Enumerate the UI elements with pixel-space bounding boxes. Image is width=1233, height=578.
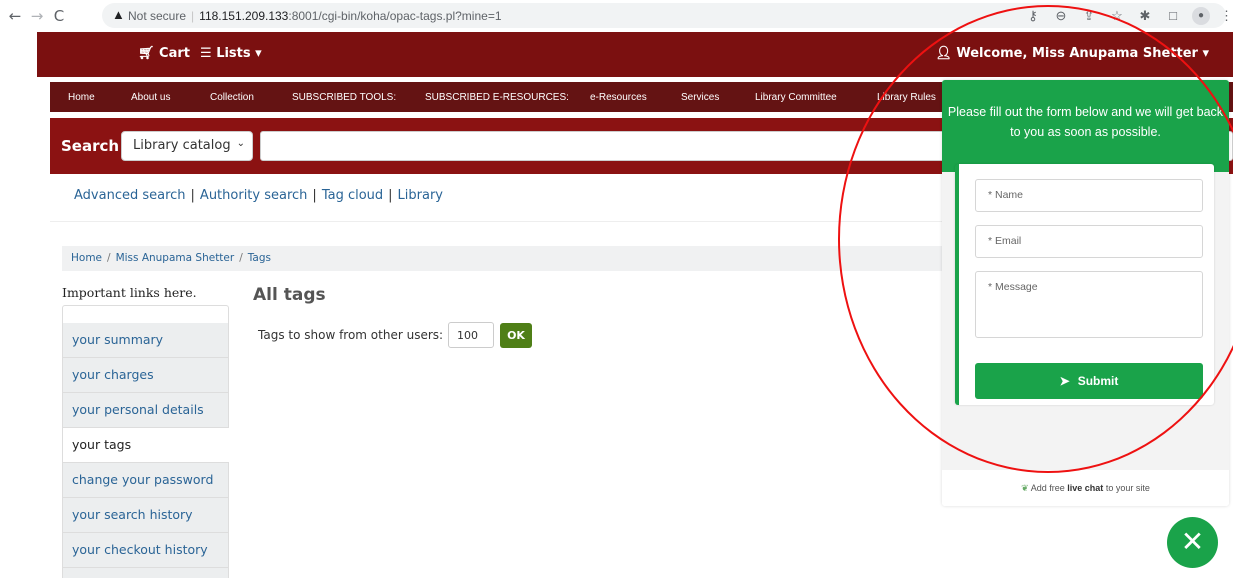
breadcrumb-user[interactable]: Miss Anupama Shetter: [116, 252, 235, 264]
breadcrumb-home[interactable]: Home: [71, 252, 102, 264]
link-separator: |: [312, 188, 317, 203]
send-icon: ➤: [1059, 374, 1070, 388]
chat-form: * Name * Email * Message ➤ Submit: [955, 164, 1214, 405]
sidebar-item-summary[interactable]: your summary: [62, 323, 229, 358]
menu-icon[interactable]: ⋮: [1220, 8, 1233, 24]
zoom-icon[interactable]: ⊖: [1052, 8, 1070, 24]
reload-icon[interactable]: C: [48, 7, 70, 25]
search-scope-value: Library catalog: [133, 138, 231, 153]
footer-suffix: to your site: [1105, 483, 1150, 493]
sidebar-item-personal-details[interactable]: your personal details: [62, 393, 229, 428]
address-bar[interactable]: ▲ Not secure | 118.151.209.133 :8001/cgi…: [102, 3, 1233, 28]
key-icon[interactable]: ⚷: [1024, 8, 1042, 24]
footer-prefix: Add free: [1030, 483, 1065, 493]
footer-bold: live chat: [1067, 483, 1104, 493]
url-host: 118.151.209.133: [199, 8, 289, 23]
cart-label: Cart: [159, 46, 190, 61]
cart-link[interactable]: 🛒︎ Cart: [138, 46, 190, 61]
close-icon[interactable]: ✕: [1167, 517, 1218, 568]
profile-icon[interactable]: ●: [1192, 6, 1210, 25]
caret-down-icon: ▾: [1197, 46, 1209, 61]
library-link[interactable]: Library: [398, 188, 443, 203]
extensions-icon[interactable]: ✱: [1136, 8, 1154, 24]
sidebar-item-partial[interactable]: [62, 568, 229, 578]
sidebar-item-checkout-history[interactable]: your checkout history: [62, 533, 229, 568]
nav-services[interactable]: Services: [681, 92, 719, 103]
link-separator: |: [388, 188, 393, 203]
top-header: 🛒︎ Cart ☰ Lists ▾ 👤︎ Welcome, Miss Anupa…: [37, 32, 1233, 77]
sidepanel-icon[interactable]: □: [1164, 8, 1182, 23]
search-label: Search: [61, 137, 120, 155]
tag-cloud-link[interactable]: Tag cloud: [322, 188, 383, 203]
chat-intro: Please fill out the form below and we wi…: [942, 80, 1229, 172]
welcome-label: Welcome, Miss Anupama Shetter: [956, 46, 1198, 61]
share-icon[interactable]: ⇪: [1080, 8, 1098, 24]
name-field[interactable]: * Name: [975, 179, 1203, 212]
url-separator: |: [191, 8, 195, 23]
star-icon[interactable]: ☆: [1108, 8, 1126, 24]
nav-library-rules[interactable]: Library Rules: [877, 92, 936, 103]
leaf-icon: ❦: [1021, 483, 1029, 493]
search-scope-select[interactable]: Library catalog ⌄: [121, 131, 253, 161]
search-links: Advanced search | Authority search | Tag clo…: [74, 188, 443, 203]
sidebar-title: Important links here.: [62, 285, 197, 300]
divider: [50, 221, 950, 222]
sidebar-item-change-password[interactable]: change your password: [62, 463, 229, 498]
nav-subscribed-tools[interactable]: SUBSCRIBED TOOLS:: [292, 92, 396, 103]
page: ← → C ▲ Not secure | 118.151.209.133 :80…: [0, 0, 1233, 578]
forward-icon[interactable]: →: [26, 7, 48, 25]
message-field[interactable]: * Message: [975, 271, 1203, 338]
nav-collection[interactable]: Collection: [210, 92, 254, 103]
sidebar-item-charges[interactable]: your charges: [62, 358, 229, 393]
back-icon[interactable]: ←: [4, 7, 26, 25]
user-menu[interactable]: 👤︎ Welcome, Miss Anupama Shetter ▾: [935, 46, 1209, 61]
sidebar-top-border: [62, 305, 229, 323]
lists-dropdown[interactable]: ☰ Lists ▾: [200, 46, 262, 61]
warning-icon: ▲: [112, 7, 125, 22]
chat-widget: Please fill out the form below and we wi…: [942, 80, 1229, 506]
chevron-down-icon: ⌄: [236, 138, 245, 149]
sidebar-item-tags[interactable]: your tags: [62, 428, 229, 463]
sidebar-item-search-history[interactable]: your search history: [62, 498, 229, 533]
not-secure-label: Not secure: [128, 8, 187, 23]
cart-icon: 🛒︎: [138, 46, 160, 61]
breadcrumb-separator: /: [239, 252, 243, 264]
nav-subscribed-eresources[interactable]: SUBSCRIBED E-RESOURCES:: [425, 92, 569, 103]
user-icon: 👤︎: [935, 46, 957, 61]
tags-count-label: Tags to show from other users:: [258, 328, 444, 342]
link-separator: |: [190, 188, 195, 203]
nav-home[interactable]: Home: [68, 92, 95, 103]
email-field[interactable]: * Email: [975, 225, 1203, 258]
breadcrumb: Home / Miss Anupama Shetter / Tags: [62, 246, 950, 271]
chat-footer[interactable]: ❦ Add free live chat to your site: [942, 470, 1229, 506]
browser-actions: ⚷ ⊖ ⇪ ☆ ✱ □ ● ⋮: [1024, 3, 1233, 28]
page-title: All tags: [253, 285, 326, 305]
authority-search-link[interactable]: Authority search: [200, 188, 308, 203]
url-path: :8001/cgi-bin/koha/opac-tags.pl?mine=1: [288, 8, 502, 23]
submit-button[interactable]: ➤ Submit: [975, 363, 1203, 399]
ok-button[interactable]: OK: [500, 323, 532, 348]
chat-body: * Name * Email * Message ➤ Submit: [942, 164, 1229, 470]
breadcrumb-separator: /: [107, 252, 111, 264]
nav-about-us[interactable]: About us: [131, 92, 170, 103]
sidebar: your summary your charges your personal …: [62, 305, 229, 578]
browser-toolbar: ← → C ▲ Not secure | 118.151.209.133 :80…: [0, 0, 1233, 32]
breadcrumb-current[interactable]: Tags: [248, 252, 271, 264]
advanced-search-link[interactable]: Advanced search: [74, 188, 186, 203]
caret-down-icon: ▾: [250, 46, 262, 61]
lists-label: Lists: [216, 46, 251, 61]
nav-eresources[interactable]: e-Resources: [590, 92, 647, 103]
list-icon: ☰: [200, 46, 217, 61]
submit-label: Submit: [1077, 374, 1119, 388]
tags-count-input[interactable]: 100: [448, 322, 494, 348]
nav-library-committee[interactable]: Library Committee: [755, 92, 837, 103]
